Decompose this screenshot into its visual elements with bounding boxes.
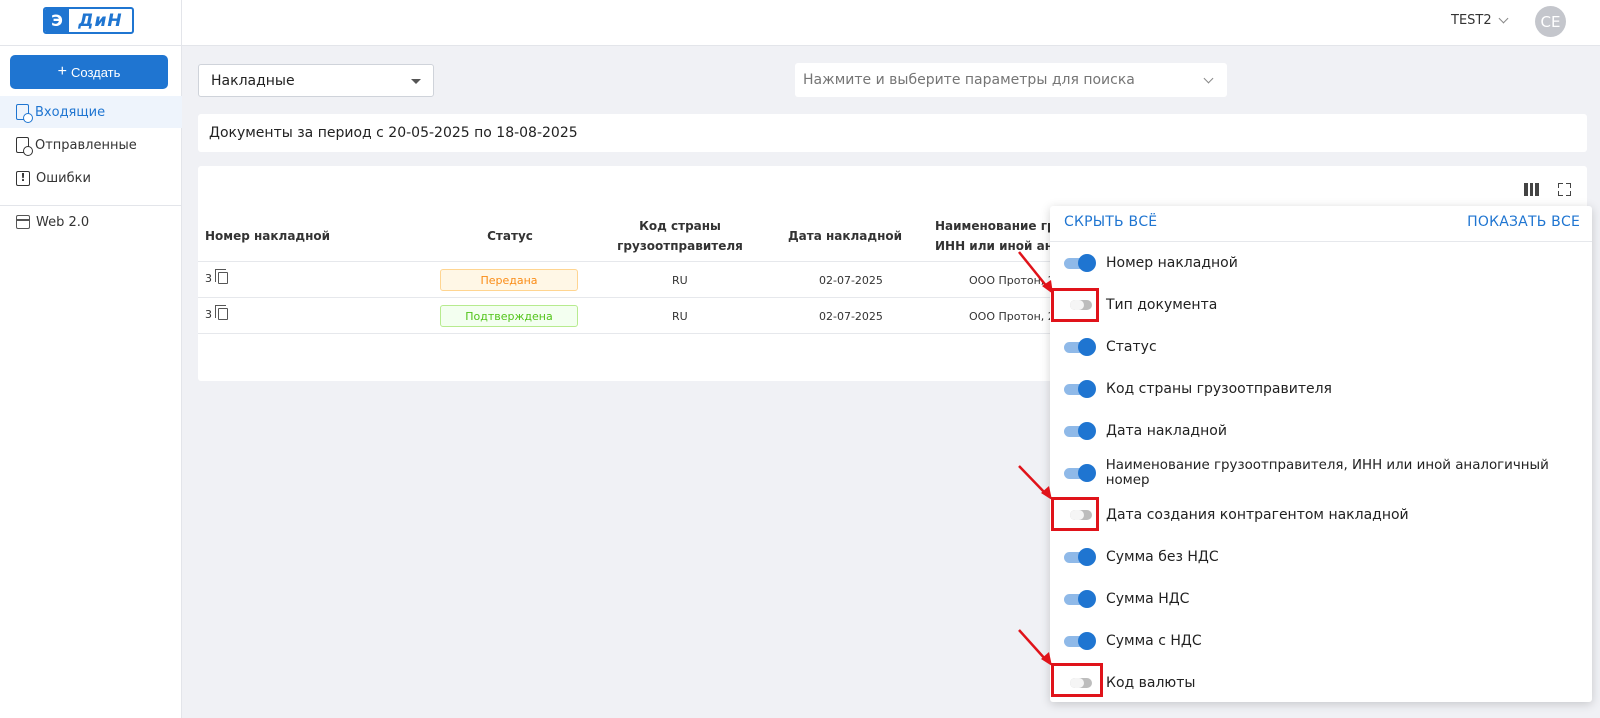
- edin-logo[interactable]: Э ДиН: [43, 7, 134, 34]
- table-row-1-number: 3: [205, 269, 228, 285]
- red-arrow-icon: [1018, 629, 1052, 666]
- column-option-number[interactable]: Номер накладной: [1064, 251, 1238, 275]
- column-header-country-line2: грузоотправителя: [617, 239, 743, 253]
- column-option-status[interactable]: Статус: [1064, 335, 1157, 359]
- user-menu[interactable]: TEST2: [1451, 13, 1509, 28]
- header-divider: [198, 261, 1058, 262]
- sidebar-item-label: Входящие: [35, 104, 106, 120]
- sidebar-item-errors[interactable]: ! Ошибки: [0, 162, 182, 194]
- table-row-2-number: 3: [205, 305, 228, 321]
- error-icon: !: [16, 170, 30, 186]
- country-code: RU: [672, 274, 688, 287]
- column-option-label: Номер накладной: [1106, 255, 1238, 271]
- column-option-date[interactable]: Дата накладной: [1064, 419, 1227, 443]
- column-option-vat[interactable]: Сумма НДС: [1064, 587, 1189, 611]
- columns-panel-header: СКРЫТЬ ВСЁ ПОКАЗАТЬ ВСЕ: [1050, 206, 1592, 242]
- period-text: Документы за период с 20-05-2025 по 18-0…: [209, 125, 578, 141]
- column-option-created-date[interactable]: Дата создания контрагентом накладной: [1064, 503, 1409, 527]
- columns-icon[interactable]: [1524, 183, 1540, 196]
- column-header-country-line1: Код страны: [639, 219, 721, 233]
- window-icon: [16, 215, 30, 229]
- column-header-date[interactable]: Дата накладной: [785, 226, 905, 246]
- document-type-select[interactable]: Накладные: [198, 64, 434, 97]
- column-header-status[interactable]: Статус: [470, 226, 550, 246]
- document-type-value: Накладные: [211, 72, 295, 89]
- incoming-doc-icon: [16, 104, 33, 123]
- red-arrow-icon: [1018, 465, 1052, 500]
- sent-doc-icon: [16, 137, 33, 156]
- invoice-date: 02-07-2025: [819, 310, 883, 323]
- plus-icon: +: [57, 63, 67, 80]
- status-badge: Передана: [440, 269, 578, 291]
- column-option-label: Код страны грузоотправителя: [1106, 381, 1332, 397]
- avatar[interactable]: СЕ: [1535, 6, 1566, 37]
- row-divider: [198, 297, 1058, 298]
- status-badge: Подтверждена: [440, 305, 578, 327]
- toggle-switch[interactable]: [1064, 548, 1096, 566]
- column-header-number[interactable]: Номер накладной: [205, 226, 330, 246]
- create-button[interactable]: + Создать: [10, 55, 168, 89]
- create-button-label: Создать: [70, 64, 121, 80]
- logo-area: Э ДиН: [0, 0, 182, 46]
- toggle-switch[interactable]: [1064, 422, 1096, 440]
- copy-icon[interactable]: [215, 305, 228, 320]
- search-input[interactable]: [795, 63, 1227, 97]
- sidebar-item-label: Ошибки: [36, 170, 91, 186]
- column-option-country[interactable]: Код страны грузоотправителя: [1064, 377, 1332, 401]
- country-code: RU: [672, 310, 688, 323]
- column-option-sum-no-vat[interactable]: Сумма без НДС: [1064, 545, 1219, 569]
- red-arrow-icon: [1018, 251, 1053, 294]
- toggle-switch[interactable]: [1064, 632, 1096, 650]
- column-option-sum-with-vat[interactable]: Сумма с НДС: [1064, 629, 1202, 653]
- sidebar-item-web2[interactable]: Web 2.0: [0, 206, 182, 238]
- invoice-number: 3: [205, 308, 212, 321]
- shipper-name: ООО Протон, 2: [969, 310, 1055, 323]
- show-all-button[interactable]: ПОКАЗАТЬ ВСЕ: [1467, 214, 1580, 230]
- toggle-switch[interactable]: [1064, 254, 1096, 272]
- column-option-label: Сумма без НДС: [1106, 549, 1219, 565]
- sidebar-item-label: Отправленные: [35, 137, 137, 153]
- fullscreen-icon[interactable]: [1558, 183, 1571, 196]
- column-option-label: Код валюты: [1106, 675, 1196, 691]
- period-info: Документы за период с 20-05-2025 по 18-0…: [198, 114, 1587, 152]
- toggle-switch[interactable]: [1064, 338, 1096, 356]
- column-option-label: Сумма НДС: [1106, 591, 1190, 607]
- columns-visibility-panel: СКРЫТЬ ВСЁ ПОКАЗАТЬ ВСЕ Номер накладной …: [1050, 206, 1592, 702]
- toggle-switch[interactable]: [1064, 380, 1096, 398]
- caret-down-icon: [411, 79, 421, 84]
- column-option-label: Сумма с НДС: [1106, 633, 1202, 649]
- copy-icon[interactable]: [215, 269, 228, 284]
- sidebar-item-sent[interactable]: Отправленные: [0, 129, 182, 161]
- column-option-label: Дата накладной: [1106, 423, 1227, 439]
- hide-all-button[interactable]: СКРЫТЬ ВСЁ: [1064, 214, 1157, 230]
- chevron-down-icon: [1498, 13, 1509, 24]
- column-option-label: Статус: [1106, 339, 1157, 355]
- row-divider: [198, 333, 1058, 334]
- column-option-label: Наименование грузоотправителя, ИНН или и…: [1105, 458, 1549, 488]
- highlight-box: [1051, 497, 1099, 531]
- sidebar-item-label: Web 2.0: [36, 214, 90, 230]
- column-option-label: Тип документа: [1106, 297, 1218, 313]
- sidebar-item-incoming[interactable]: Входящие: [0, 96, 182, 128]
- toggle-switch[interactable]: [1064, 464, 1096, 482]
- column-header-shipper-line1: Наименование гру: [935, 219, 1050, 233]
- invoice-number: 3: [205, 272, 212, 285]
- logo-letter: Э: [45, 9, 69, 32]
- column-option-shipper[interactable]: Наименование грузоотправителя, ИНН или и…: [1064, 458, 1592, 488]
- top-bar: Э ДиН TEST2 СЕ: [0, 0, 1600, 46]
- column-option-label: Дата создания контрагентом накладной: [1106, 507, 1409, 523]
- logo-text: ДиН: [78, 10, 123, 31]
- toggle-switch[interactable]: [1064, 590, 1096, 608]
- sidebar: + Создать Входящие Отправленные ! Ошибки…: [0, 46, 182, 718]
- invoice-date: 02-07-2025: [819, 274, 883, 287]
- highlight-box: [1051, 663, 1103, 697]
- user-name-label: TEST2: [1451, 13, 1492, 28]
- column-header-country[interactable]: Код страны грузоотправителя: [610, 216, 750, 256]
- highlight-box: [1051, 288, 1099, 322]
